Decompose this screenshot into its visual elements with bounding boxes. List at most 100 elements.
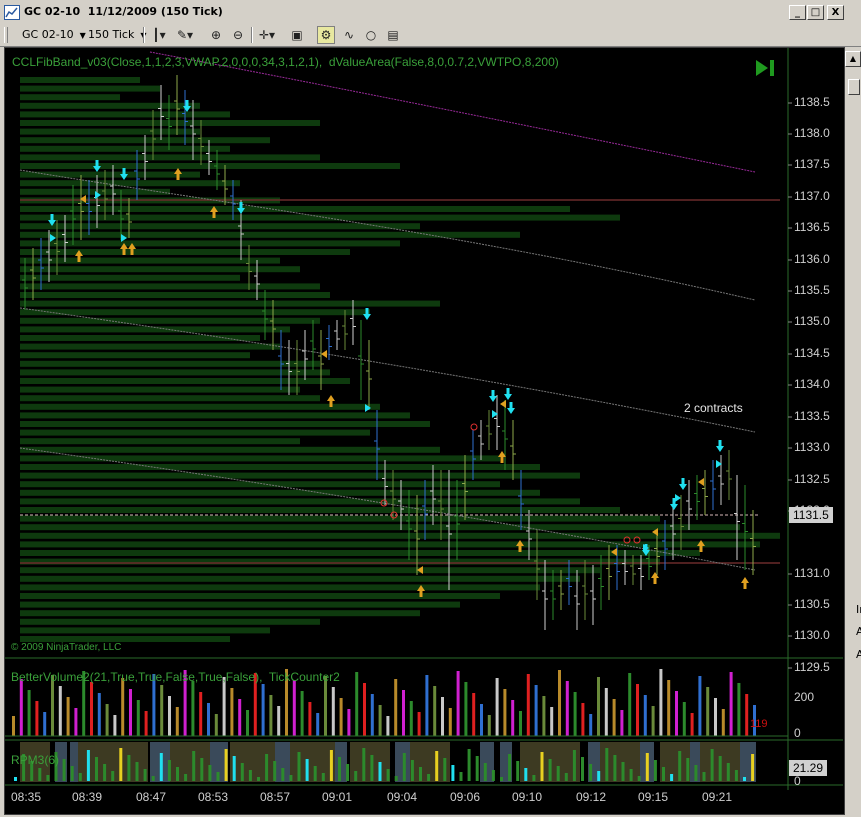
rpm-indicator-label: RPM3(6) (11, 753, 60, 767)
value-area-bar (20, 610, 420, 617)
rpm-bar (556, 766, 560, 781)
rpm-bar (224, 749, 228, 781)
rpm-bar (354, 771, 358, 781)
down-arrow-icon (504, 388, 512, 400)
volume-bar (526, 674, 530, 736)
value-area-bar (20, 515, 660, 522)
volume-bar (690, 713, 694, 736)
down-arrow-icon (489, 390, 497, 402)
rpm-bar (726, 763, 730, 781)
rpm-bar (540, 752, 544, 781)
volume-bar (230, 688, 234, 736)
rpm-regime-band (290, 742, 335, 782)
volume-bar (74, 708, 78, 736)
value-area-bar (20, 77, 140, 83)
value-area-bar (20, 240, 400, 247)
volume-bar (433, 686, 437, 736)
volume-bar (331, 687, 335, 736)
volume-bar (659, 669, 663, 736)
value-area-bar (20, 206, 570, 212)
rpm-bar (378, 762, 382, 781)
value-area-bar (20, 386, 300, 393)
volume-bar (721, 709, 725, 736)
volume-bar (97, 693, 101, 736)
value-area-bar (20, 266, 300, 273)
rpm-bar (176, 767, 179, 781)
volume-bar (222, 677, 226, 736)
volume-bar (355, 672, 359, 736)
value-area-bar (20, 360, 320, 367)
rpm-bar (751, 754, 755, 781)
volume-bar (628, 673, 632, 736)
rpm-bar (103, 764, 107, 781)
value-area-bar (20, 249, 350, 255)
rpm-bar (257, 777, 260, 781)
volume-bar (199, 692, 203, 736)
rpm-bar (402, 753, 406, 781)
rpm-bar (548, 759, 552, 781)
down-arrow-icon (716, 440, 724, 452)
rpm-bar (362, 748, 366, 781)
volume-bar (511, 700, 515, 736)
time-tick-label: 08:53 (198, 790, 229, 804)
rpm-bar (346, 764, 350, 781)
pivot-marker-icon (500, 400, 506, 408)
price-tick-label: 1130.0 (794, 628, 830, 642)
volume-tick-label: 200 (794, 690, 815, 704)
volume-bar (316, 713, 320, 736)
up-arrow-icon (174, 168, 182, 180)
value-area-bar (20, 567, 600, 574)
rpm-bar (524, 768, 528, 781)
value-area-bar (20, 180, 240, 187)
value-area-bar (20, 489, 540, 496)
rpm-bar (70, 766, 74, 781)
value-area-bar (20, 163, 400, 169)
price-tick-label: 1135.0 (794, 314, 830, 328)
volume-bar (308, 702, 312, 736)
value-area-bar (20, 317, 320, 324)
rpm-bar (645, 753, 649, 781)
value-area-bar (20, 128, 200, 135)
rpm-bar (313, 766, 317, 781)
volume-bar (706, 687, 710, 736)
up-arrow-icon (741, 577, 749, 589)
rpm-bar (589, 764, 593, 781)
rpm-bar (427, 774, 431, 781)
rpm-bar (718, 756, 722, 781)
value-area-bar (20, 214, 620, 221)
volume-bar (714, 698, 717, 736)
volume-bar (636, 684, 639, 736)
rpm-bar (435, 751, 439, 781)
rpm-bar (467, 749, 471, 781)
value-area-bar (20, 283, 320, 290)
rpm-bar (564, 773, 568, 781)
value-area-bar (20, 464, 540, 470)
value-area-bar (20, 481, 500, 488)
value-area-bar (20, 94, 120, 101)
volume-bar (129, 689, 132, 736)
rpm-bar (734, 770, 738, 781)
play-icon[interactable] (754, 58, 776, 78)
rpm-bar (508, 754, 512, 781)
volume-bar (729, 672, 733, 736)
volume-bar (105, 704, 109, 736)
rpm-tick-label: 0 (794, 774, 801, 788)
value-area-bar (20, 292, 330, 298)
value-area-bar (20, 231, 520, 238)
rpm-bar (702, 772, 706, 781)
rpm-bar (305, 759, 309, 781)
rpm-bar (329, 750, 333, 781)
volume-bar (214, 714, 218, 736)
volume-bar (370, 694, 374, 736)
price-tick-label: 1134.5 (794, 346, 830, 360)
rpm-bar (281, 768, 285, 781)
volume-bar (534, 685, 538, 736)
volume-bar (425, 675, 429, 736)
value-area-bar (20, 403, 380, 410)
volume-bar (246, 710, 249, 736)
value-area-bar (20, 352, 250, 359)
value-area-bar (20, 472, 580, 479)
time-tick-label: 09:04 (387, 790, 418, 804)
down-arrow-icon (183, 100, 191, 112)
volume-bar (113, 715, 117, 736)
